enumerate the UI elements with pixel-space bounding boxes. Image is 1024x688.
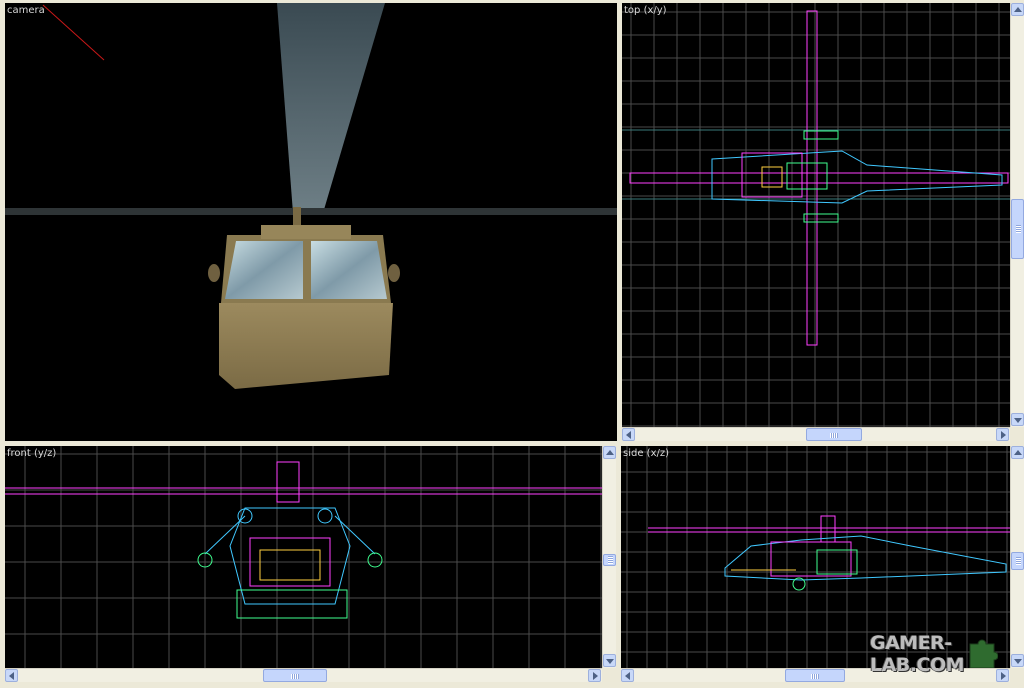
tail-rotor-top	[629, 172, 1009, 184]
watermark-text: GAMER-LAB.COM	[870, 632, 965, 676]
top-hscroll-thumb[interactable]	[806, 428, 862, 441]
watermark: GAMER-LAB.COM	[870, 632, 1020, 678]
front-viewport-label: front (y/z)	[7, 448, 57, 459]
top-scroll-down-button[interactable]	[1011, 413, 1024, 426]
camera-viewport[interactable]: camera	[5, 3, 617, 441]
arrow-left-icon	[625, 672, 630, 680]
arrow-right-icon	[593, 672, 598, 680]
camera-axis-line	[42, 4, 105, 61]
front-scroll-right-button[interactable]	[588, 669, 601, 682]
side-scroll-up-button[interactable]	[1011, 446, 1024, 459]
top-scroll-left-button[interactable]	[622, 428, 635, 441]
camera-scene	[5, 3, 617, 389]
top-viewport[interactable]: top (x/y)	[622, 3, 1010, 427]
side-viewport-label: side (x/z)	[623, 448, 670, 459]
light-beam	[277, 3, 385, 213]
arrow-down-icon	[1014, 418, 1022, 423]
arrow-down-icon	[606, 659, 614, 664]
arrow-right-icon	[1001, 431, 1006, 439]
top-scroll-right-button[interactable]	[996, 428, 1009, 441]
side-hscroll-thumb[interactable]	[785, 669, 845, 682]
top-viewport-vscroll[interactable]	[1010, 3, 1024, 427]
rotor-mast	[293, 207, 301, 225]
top-viewport-label: top (x/y)	[624, 5, 667, 16]
front-viewport[interactable]: front (y/z)	[5, 446, 602, 668]
intake-right	[388, 264, 400, 282]
engine-housing	[261, 225, 351, 239]
top-viewport-hscroll[interactable]	[622, 427, 1010, 441]
fuselage-front	[219, 303, 393, 389]
fuselage-top	[711, 150, 1003, 204]
front-scroll-up-button[interactable]	[603, 446, 616, 459]
front-scroll-left-button[interactable]	[5, 669, 18, 682]
front-viewport-hscroll[interactable]	[5, 668, 602, 682]
arrow-up-icon	[1014, 7, 1022, 12]
side-vscroll-thumb[interactable]	[1011, 552, 1024, 570]
arrow-up-icon	[1014, 450, 1022, 455]
front-viewport-vscroll[interactable]	[602, 446, 616, 668]
front-hscroll-thumb[interactable]	[263, 669, 327, 682]
front-wireframe	[5, 446, 602, 668]
rotor-mast-front	[276, 461, 300, 503]
arrow-left-icon	[626, 431, 631, 439]
front-vscroll-thumb[interactable]	[603, 554, 616, 566]
camera-viewport-label: camera	[7, 5, 45, 16]
arrow-up-icon	[606, 450, 614, 455]
side-scroll-left-button[interactable]	[621, 669, 634, 682]
top-scroll-up-button[interactable]	[1011, 3, 1024, 16]
top-vscroll-thumb[interactable]	[1011, 199, 1024, 259]
front-scroll-down-button[interactable]	[603, 654, 616, 667]
intake-left	[208, 264, 220, 282]
cockpit-window-left	[225, 241, 303, 299]
cockpit-window-right	[311, 241, 387, 299]
top-wireframe	[622, 3, 1010, 427]
arrow-left-icon	[9, 672, 14, 680]
rotor-blade	[5, 208, 617, 215]
